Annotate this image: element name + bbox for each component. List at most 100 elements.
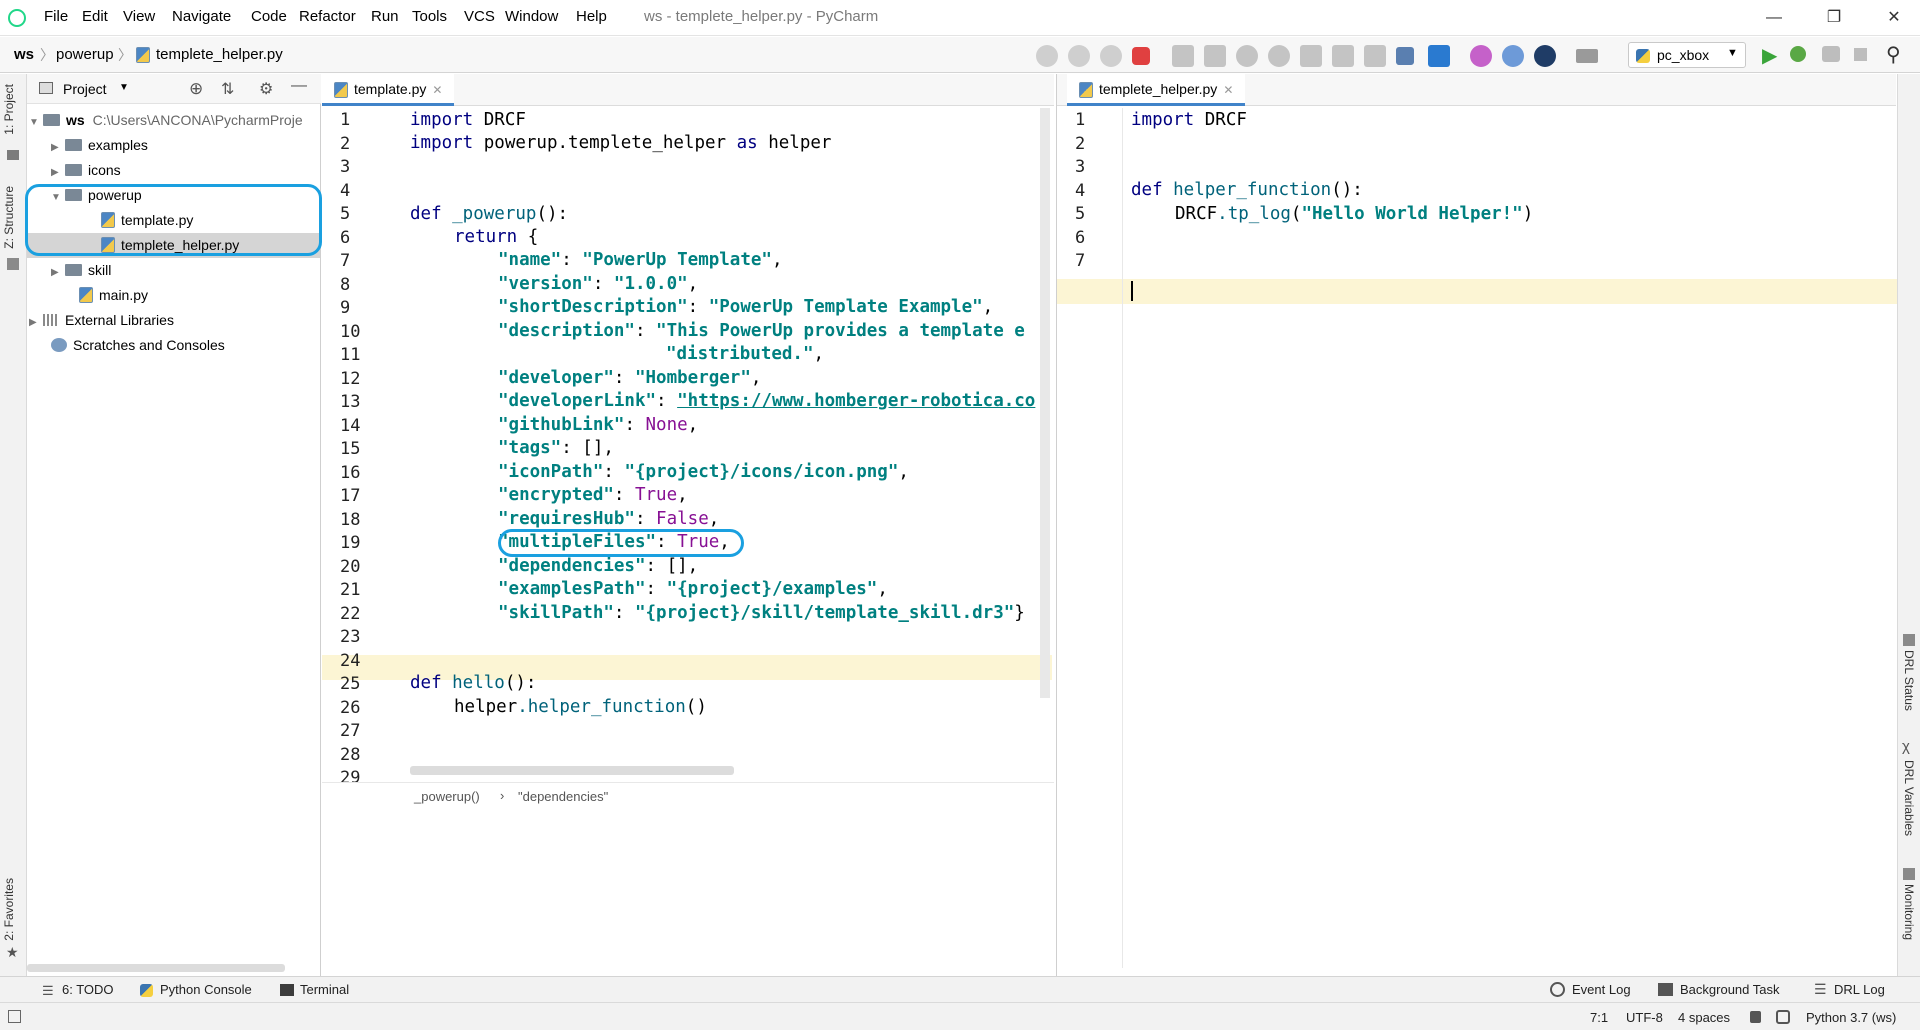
tree-item-scratches[interactable]: Scratches and Consoles [51, 333, 225, 358]
menu-file[interactable]: File [44, 8, 68, 25]
stop-icon[interactable] [1854, 48, 1867, 61]
chevron-down-icon: ▼ [29, 117, 39, 128]
project-view-select[interactable]: Project [63, 81, 107, 97]
menu-vcs[interactable]: VCS [464, 8, 495, 25]
stop-robot-icon[interactable] [1132, 47, 1150, 65]
code-token: def [410, 673, 442, 693]
hide-panel-icon[interactable]: — [291, 77, 307, 95]
tool-tab-background-task[interactable]: Background Task [1680, 982, 1780, 997]
tool-tab-terminal[interactable]: Terminal [300, 982, 349, 997]
tool-tab-drl-log[interactable]: DRL Log [1834, 982, 1885, 997]
breadcrumb-powerup[interactable]: powerup [56, 46, 114, 63]
terminal-icon [280, 984, 294, 996]
tool-tab-python-console[interactable]: Python Console [160, 982, 252, 997]
minimize-button[interactable]: — [1752, 4, 1796, 32]
close-window-button[interactable]: ✕ [1872, 4, 1916, 32]
tree-item-main-py[interactable]: main.py [79, 283, 148, 308]
rocket-icon[interactable] [1428, 45, 1450, 67]
menu-navigate[interactable]: Navigate [172, 8, 231, 25]
plugin-icon[interactable] [1502, 45, 1524, 67]
tree-item-root[interactable]: ▼ ws C:\Users\ANCONA\PycharmProje [29, 108, 303, 133]
close-tab-icon[interactable]: ✕ [1223, 83, 1233, 97]
restore-button[interactable]: ❐ [1812, 4, 1856, 32]
breadcrumb-ws[interactable]: ws [14, 46, 34, 63]
locate-icon[interactable]: ⊕ [189, 79, 203, 99]
menu-run[interactable]: Run [371, 8, 399, 25]
external-link-icon[interactable] [1396, 47, 1414, 65]
code-token: return [454, 227, 518, 247]
tree-item-examples[interactable]: ▶ examples [51, 133, 148, 158]
tool-tab-event-log[interactable]: Event Log [1572, 982, 1631, 997]
tab-templete-helper-py[interactable]: templete_helper.py ✕ [1067, 74, 1246, 106]
project-panel-header: Project ▼ ⊕ ⇅ ⚙ — [27, 74, 321, 104]
folder-icon [43, 114, 60, 126]
tool-tab-favorites[interactable]: 2: Favorites [2, 878, 16, 941]
horizontal-scrollbar[interactable] [410, 766, 734, 775]
breadcrumb-file[interactable]: templete_helper.py [156, 46, 283, 63]
file-encoding[interactable]: UTF-8 [1626, 1010, 1663, 1025]
tab-template-py[interactable]: template.py ✕ [322, 74, 455, 106]
tool-icon[interactable] [1236, 45, 1258, 67]
caret-position[interactable]: 7:1 [1590, 1010, 1608, 1025]
line-number: 10 [340, 321, 361, 342]
code-token: (): [536, 204, 569, 224]
vertical-scrollbar[interactable] [1040, 108, 1050, 698]
code-token: DRCF [1175, 204, 1218, 224]
menu-help[interactable]: Help [576, 8, 607, 25]
tool-icon[interactable] [1332, 45, 1354, 67]
breadcrumb-function[interactable]: _powerup() [414, 789, 480, 804]
python-interpreter[interactable]: Python 3.7 (ws) [1806, 1010, 1896, 1025]
lock-icon[interactable] [1750, 1011, 1761, 1023]
editor-tab-bar: templete_helper.py ✕ [1057, 74, 1896, 106]
code-token: helper [454, 697, 518, 717]
run-configuration-select[interactable]: pc_xbox ▼ [1628, 42, 1746, 68]
tree-item-skill[interactable]: ▶ skill [51, 258, 111, 283]
keyboard-icon[interactable] [1576, 49, 1598, 63]
tree-item-label: External Libraries [65, 312, 174, 328]
tree-item-icons[interactable]: ▶ icons [51, 158, 121, 183]
window-title: ws - templete_helper.py - PyCharm [644, 8, 879, 25]
status-panel-icon[interactable] [8, 1010, 21, 1023]
search-everywhere-icon[interactable] [1534, 45, 1556, 67]
plugin-icon[interactable] [1470, 45, 1492, 67]
editor-template[interactable]: template.py ✕ 1 2 3 4 5 6 7 8 9 10 11 12 13 14 15 16 17 18… [322, 74, 1054, 976]
wrench-icon[interactable] [1204, 45, 1226, 67]
plugin-status-icon[interactable] [1776, 1010, 1790, 1024]
tool-icon[interactable] [1172, 45, 1194, 67]
menu-view[interactable]: View [123, 8, 155, 25]
code-token: hello [441, 673, 505, 693]
tool-icon[interactable] [1100, 45, 1122, 67]
code-token: "PowerUp Template" [582, 250, 772, 270]
search-icon[interactable]: ⚲ [1886, 42, 1901, 67]
menu-window[interactable]: Window [505, 8, 558, 25]
chevron-down-icon[interactable]: ▼ [119, 82, 129, 93]
tool-icon[interactable] [1068, 45, 1090, 67]
line-number: 24 [340, 650, 361, 671]
tool-icon[interactable] [1364, 45, 1386, 67]
tool-tab-drl-status[interactable]: DRL Status [1902, 650, 1916, 711]
horizontal-scrollbar[interactable] [27, 964, 285, 972]
tool-tab-structure[interactable]: Z: Structure [2, 186, 16, 249]
line-number: 27 [340, 721, 361, 741]
collapse-all-icon[interactable]: ⇅ [221, 79, 234, 99]
close-tab-icon[interactable]: ✕ [432, 83, 442, 97]
tool-icon[interactable] [1268, 45, 1290, 67]
menu-refactor[interactable]: Refactor [299, 8, 356, 25]
run-icon[interactable]: ▶ [1762, 43, 1777, 68]
tool-tab-todo[interactable]: 6: TODO [62, 982, 114, 997]
coverage-icon[interactable] [1822, 46, 1840, 62]
gear-icon[interactable]: ⚙ [259, 79, 273, 99]
tool-icon[interactable] [1036, 45, 1058, 67]
tool-tab-drl-variables[interactable]: DRL Variables [1902, 760, 1916, 836]
tool-tab-project[interactable]: 1: Project [2, 84, 16, 135]
menu-code[interactable]: Code [251, 8, 287, 25]
tool-tab-monitoring[interactable]: Monitoring [1902, 884, 1916, 940]
menu-edit[interactable]: Edit [82, 8, 108, 25]
editor-templete-helper[interactable]: templete_helper.py ✕ 1234567 import DRCF … [1056, 74, 1897, 976]
breadcrumb-key[interactable]: "dependencies" [518, 789, 608, 804]
indent-setting[interactable]: 4 spaces [1678, 1010, 1730, 1025]
tree-item-external-libraries[interactable]: ▶ External Libraries [29, 308, 174, 333]
menu-tools[interactable]: Tools [412, 8, 447, 25]
debug-icon[interactable] [1790, 46, 1806, 62]
download-icon[interactable] [1300, 45, 1322, 67]
